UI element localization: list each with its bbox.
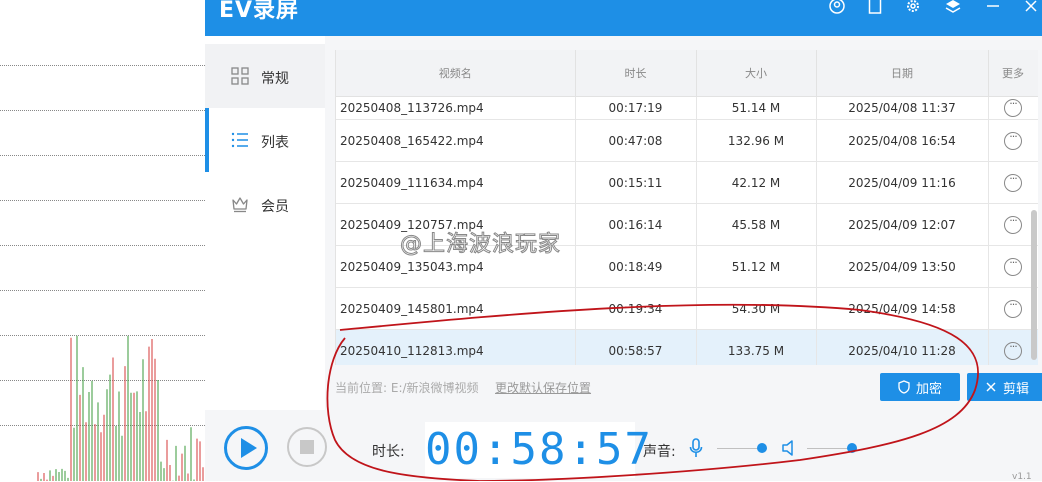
minimize-icon[interactable]	[983, 0, 1003, 16]
cell-duration: 00:19:34	[575, 287, 697, 330]
cell-date: 2025/04/09 14:58	[816, 287, 989, 330]
cell-size: 45.58 M	[696, 203, 817, 246]
save-path-row: 当前位置: E:/新浪微博视频 更改默认保存位置 加密 剪辑	[335, 373, 1042, 404]
sidebar-item-label: 列表	[261, 135, 289, 151]
cell-name: 20250409_111634.mp4	[336, 161, 576, 204]
more-options-icon[interactable]	[1004, 340, 1022, 360]
cell-date: 2025/04/08 16:54	[816, 119, 989, 162]
sidebar-item-member[interactable]: 会员	[205, 172, 325, 236]
cell-size: 54.30 M	[696, 287, 817, 330]
sidebar: 常规 列表 会员	[205, 36, 325, 410]
title-bar: EV录屏	[205, 0, 1042, 36]
cell-duration: 00:17:19	[575, 96, 697, 120]
crown-icon	[232, 197, 248, 213]
stop-button[interactable]	[287, 427, 327, 467]
cell-more	[988, 119, 1038, 162]
cell-duration: 00:58:57	[575, 329, 697, 365]
speaker-icon[interactable]	[781, 440, 797, 456]
active-indicator	[205, 108, 209, 172]
gear-icon[interactable]	[903, 0, 923, 16]
encrypt-button[interactable]: 加密	[880, 373, 960, 401]
file-icon[interactable]	[865, 0, 885, 16]
cell-duration: 00:18:49	[575, 245, 697, 288]
user-icon[interactable]	[827, 0, 847, 16]
cell-date: 2025/04/10 11:28	[816, 329, 989, 365]
cell-name: 20250410_112813.mp4	[336, 329, 576, 365]
table-header-row: 视频名 时长 大小 日期 更多	[336, 50, 1038, 97]
cell-name: 20250408_165422.mp4	[336, 119, 576, 162]
sidebar-item-general[interactable]: 常规	[205, 44, 325, 108]
cell-size: 51.12 M	[696, 245, 817, 288]
cell-more	[988, 96, 1038, 120]
col-header-size[interactable]: 大小	[696, 50, 817, 97]
cell-date: 2025/04/09 13:50	[816, 245, 989, 288]
cell-size: 51.14 M	[696, 96, 817, 120]
sidebar-item-label: 常规	[261, 71, 289, 87]
app-window: EV录屏 常规 列表 会员 视频名 时长 大小 日期 更多 20250408_1…	[205, 0, 1042, 481]
table-row[interactable]: 20250409_145801.mp4 00:19:34 54.30 M 2025/0…	[336, 287, 1038, 330]
background-chart	[0, 0, 205, 481]
table-row[interactable]: 20250410_112813.mp4 00:58:57 133.75 M 2025/…	[336, 329, 1038, 365]
more-options-icon[interactable]	[1004, 172, 1022, 192]
microphone-icon[interactable]	[689, 438, 703, 458]
speaker-volume-knob[interactable]	[847, 443, 857, 453]
cell-name: 20250408_113726.mp4	[336, 96, 576, 120]
scissors-icon	[986, 382, 996, 392]
table-scrollbar[interactable]	[1031, 210, 1037, 360]
edit-button-label: 剪辑	[1002, 381, 1029, 397]
more-options-icon[interactable]	[1004, 97, 1022, 117]
table-row[interactable]: 20250409_111634.mp4 00:15:11 42.12 M 2025/0…	[336, 161, 1038, 204]
col-header-more: 更多	[988, 50, 1038, 97]
video-table: 视频名 时长 大小 日期 更多 20250408_113726.mp4 00:17…	[335, 50, 1038, 365]
shield-icon	[898, 380, 910, 394]
cell-more	[988, 161, 1038, 204]
more-options-icon[interactable]	[1004, 130, 1022, 150]
change-save-location-link[interactable]: 更改默认保存位置	[495, 379, 591, 396]
close-icon[interactable]	[1021, 0, 1041, 16]
layers-icon[interactable]	[943, 0, 963, 16]
current-path-label: 当前位置: E:/新浪微博视频	[335, 381, 479, 395]
more-options-icon[interactable]	[1004, 298, 1022, 318]
cell-duration: 00:15:11	[575, 161, 697, 204]
more-options-icon[interactable]	[1004, 214, 1022, 234]
cell-date: 2025/04/09 11:16	[816, 161, 989, 204]
sidebar-item-list[interactable]: 列表	[205, 108, 325, 172]
encrypt-button-label: 加密	[915, 381, 942, 397]
table-row[interactable]: 20250408_165422.mp4 00:47:08 132.96 M 2025/…	[336, 119, 1038, 162]
col-header-duration[interactable]: 时长	[575, 50, 697, 97]
watermark: @上海波浪玩家	[399, 232, 562, 258]
cell-size: 42.12 M	[696, 161, 817, 204]
grid-icon	[231, 67, 249, 85]
app-title: EV录屏	[219, 0, 300, 23]
cell-duration: 00:16:14	[575, 203, 697, 246]
duration-timer: 00:58:57	[425, 422, 651, 478]
table-row[interactable]: 20250408_113726.mp4 00:17:19 51.14 M 2025/0…	[336, 96, 1038, 120]
cell-duration: 00:47:08	[575, 119, 697, 162]
play-button[interactable]	[224, 426, 268, 470]
cell-date: 2025/04/08 11:37	[816, 96, 989, 120]
cell-date: 2025/04/09 12:07	[816, 203, 989, 246]
list-icon	[231, 132, 248, 148]
sidebar-item-label: 会员	[261, 199, 289, 215]
col-header-date[interactable]: 日期	[816, 50, 989, 97]
edit-button[interactable]: 剪辑	[967, 373, 1042, 401]
more-options-icon[interactable]	[1004, 256, 1022, 276]
duration-label: 时长:	[372, 444, 405, 460]
cell-size: 132.96 M	[696, 119, 817, 162]
volume-bars	[37, 335, 204, 481]
cell-size: 133.75 M	[696, 329, 817, 365]
col-header-name[interactable]: 视频名	[336, 50, 576, 97]
player-bar: 时长: 00:58:57 声音:	[205, 410, 1042, 481]
cell-name: 20250409_145801.mp4	[336, 287, 576, 330]
mic-volume-knob[interactable]	[757, 443, 767, 453]
volume-label: 声音:	[643, 444, 676, 460]
